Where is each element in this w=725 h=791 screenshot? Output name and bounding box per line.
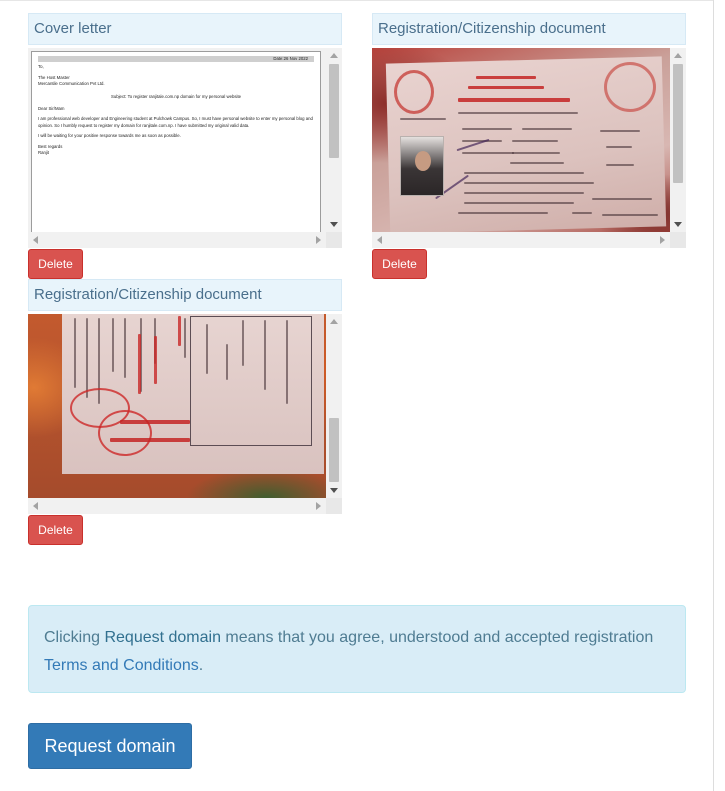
vertical-scrollbar[interactable] <box>326 314 342 498</box>
scrollbar-thumb[interactable] <box>673 64 683 183</box>
vertical-scrollbar[interactable] <box>670 48 686 232</box>
citizenship-document-photo <box>28 314 326 498</box>
scrollbar-corner <box>326 232 342 248</box>
document-viewer[interactable] <box>28 314 342 514</box>
terms-and-conditions-link[interactable]: Terms and Conditions <box>44 657 199 674</box>
request-domain-button[interactable]: Request domain <box>28 723 192 769</box>
official-stamp-icon <box>604 62 656 112</box>
delete-citizenship-front-button[interactable]: Delete <box>372 249 427 279</box>
horizontal-scrollbar[interactable] <box>372 232 670 248</box>
cover-letter-page: Date:26 Nov 2022 To, The Host Master Mer… <box>31 51 321 232</box>
applicant-photo <box>400 136 444 196</box>
document-viewer[interactable] <box>372 48 686 248</box>
document-viewport <box>28 314 326 498</box>
letter-date: Date:26 Nov 2022 <box>38 56 314 63</box>
letter-subject: Subject: To register ranjitale.com.np do… <box>110 93 242 99</box>
horizontal-scrollbar[interactable] <box>28 232 326 248</box>
top-border <box>0 0 713 1</box>
scroll-down-icon[interactable] <box>674 222 682 227</box>
scroll-right-icon[interactable] <box>316 502 321 510</box>
right-border <box>713 0 714 791</box>
government-emblem-icon <box>394 70 434 114</box>
scroll-left-icon[interactable] <box>33 236 38 244</box>
terms-notice: Clicking Request domain means that you a… <box>28 605 686 693</box>
document-title: Cover letter <box>28 13 342 45</box>
document-card-citizenship-front: Registration/Citizenship document <box>372 13 686 248</box>
document-viewport <box>372 48 670 232</box>
scroll-left-icon[interactable] <box>33 502 38 510</box>
notice-text: means that you agree, understood and acc… <box>220 629 654 646</box>
document-title: Registration/Citizenship document <box>28 279 342 311</box>
scrollbar-corner <box>670 232 686 248</box>
scrollbar-corner <box>326 498 342 514</box>
scroll-up-icon[interactable] <box>674 53 682 58</box>
notice-text: Clicking <box>44 629 105 646</box>
delete-citizenship-back-button[interactable]: Delete <box>28 515 83 545</box>
document-viewer[interactable]: Date:26 Nov 2022 To, The Host Master Mer… <box>28 48 342 248</box>
letter-body: I am professional web developer and Engi… <box>38 116 313 128</box>
scroll-up-icon[interactable] <box>330 319 338 324</box>
scroll-down-icon[interactable] <box>330 222 338 227</box>
vertical-scrollbar[interactable] <box>326 48 342 232</box>
citizenship-document-photo <box>372 48 670 232</box>
scroll-left-icon[interactable] <box>377 236 382 244</box>
document-card-cover-letter: Cover letter Date:26 Nov 2022 To, The Ho… <box>28 13 342 248</box>
document-viewport: Date:26 Nov 2022 To, The Host Master Mer… <box>28 48 326 232</box>
notice-text: . <box>198 657 204 674</box>
scroll-down-icon[interactable] <box>330 488 338 493</box>
document-title: Registration/Citizenship document <box>372 13 686 45</box>
delete-cover-letter-button[interactable]: Delete <box>28 249 83 279</box>
notice-action-text: Request domain <box>104 629 221 646</box>
document-form-box <box>190 316 312 446</box>
horizontal-scrollbar[interactable] <box>28 498 326 514</box>
letter-signature: Ranjit <box>38 150 49 156</box>
scroll-right-icon[interactable] <box>660 236 665 244</box>
scrollbar-thumb[interactable] <box>329 64 339 158</box>
document-card-citizenship-back: Registration/Citizenship document <box>28 279 342 514</box>
scroll-right-icon[interactable] <box>316 236 321 244</box>
scrollbar-thumb[interactable] <box>329 418 339 482</box>
scroll-up-icon[interactable] <box>330 53 338 58</box>
